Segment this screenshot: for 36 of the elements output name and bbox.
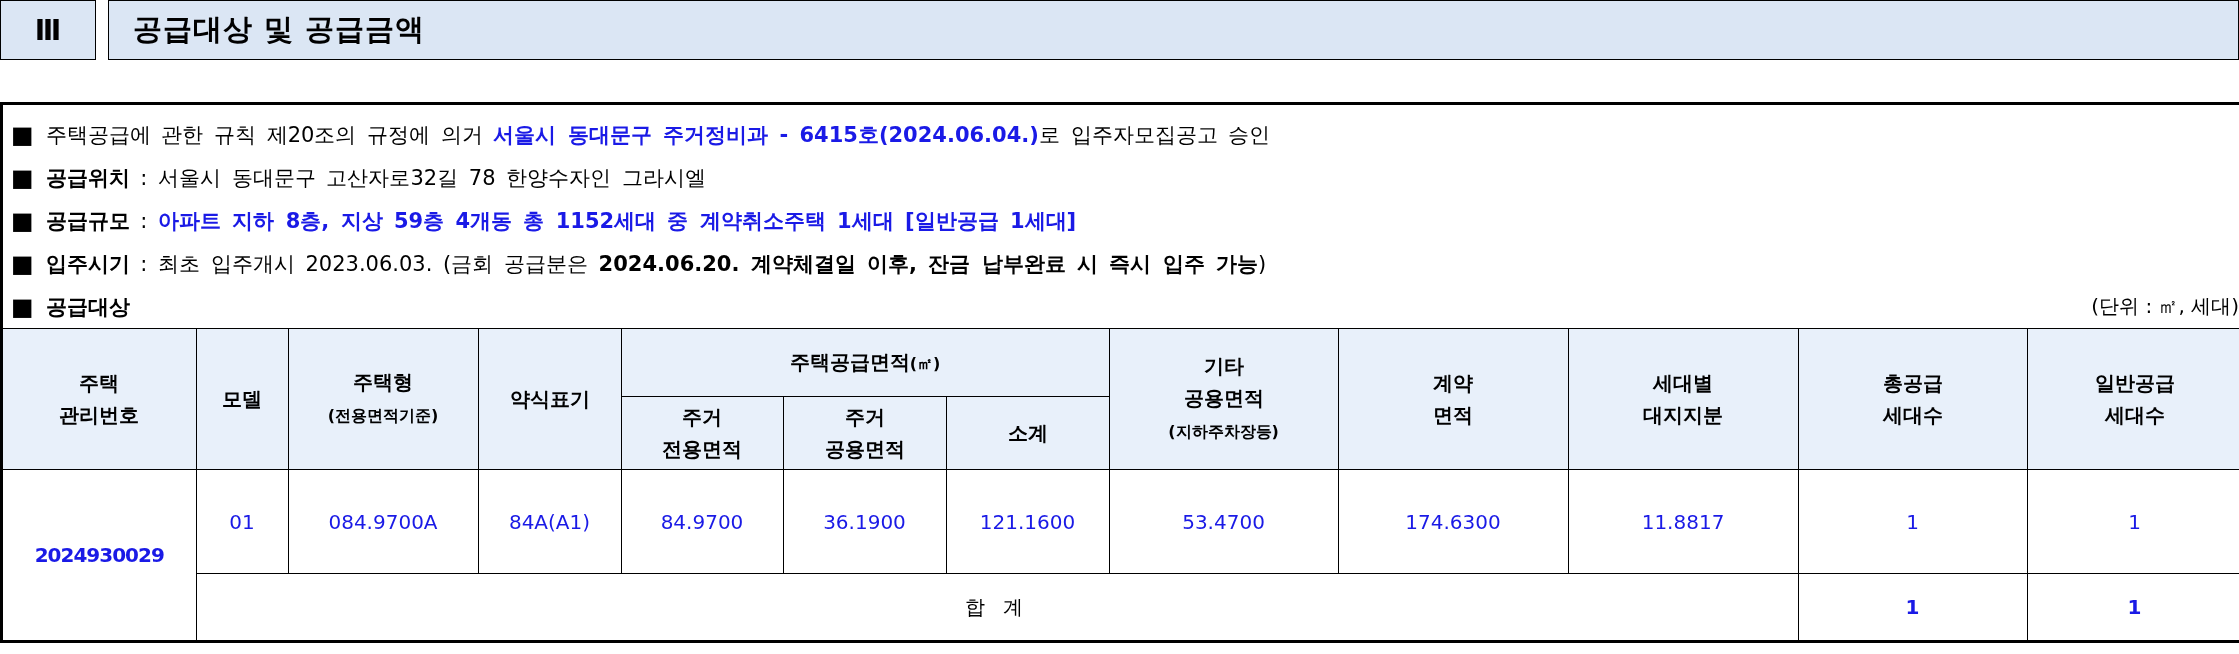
header-cell: 주거 공용면적: [783, 396, 946, 470]
table-cell: 01: [196, 469, 288, 574]
header-cell: 주택형 (전용면적기준): [288, 328, 478, 470]
table-cell: 84.9700: [621, 469, 783, 574]
header-cell: 기타 공용면적 (지하주차장등): [1109, 328, 1338, 470]
header-cell: 주택공급면적(㎡): [621, 328, 1109, 397]
header-cell: 총공급 세대수: [1798, 328, 2027, 470]
table-cell: 36.1900: [783, 469, 946, 574]
header-cell: 약식표기: [478, 328, 621, 470]
header-cell: 세대별 대지지분: [1568, 328, 1798, 470]
table-cell: 084.9700A: [288, 469, 478, 574]
table-cell: 121.1600: [946, 469, 1109, 574]
bullet-icon: ■: [11, 292, 34, 321]
header-cell: 주택 관리번호: [3, 328, 196, 470]
table-cell: 11.8817: [1568, 469, 1798, 574]
section-title: 공급대상 및 공급금액: [108, 0, 2239, 60]
notice-text: 공급위치 : 서울시 동대문구 고산자로32길 78 한양수자인 그라시엘: [45, 164, 706, 192]
bullet-icon: ■: [11, 163, 34, 192]
header-cell: 일반공급 세대수: [2027, 328, 2239, 470]
bullet-icon: ■: [11, 120, 34, 149]
notice-text: 공급대상: [45, 293, 130, 321]
unit-note: (단위 : ㎡, 세대): [2091, 293, 2239, 320]
notice-text: 입주시기 : 최초 입주개시 2023.06.03. (금회 공급분은 2024.06.20. 계약체결일 이후, 잔금 납부완료 시 즉시 입주 가능): [45, 250, 1267, 278]
bullet-icon: ■: [11, 206, 34, 235]
table-cell: 1: [1798, 469, 2027, 574]
section-number: Ⅲ: [0, 0, 96, 60]
notice-text: 공급규모 : 아파트 지하 8층, 지상 59층 4개동 총 1152세대 중 계약취소주택 1세대 [일반공급 1세대]: [45, 207, 1077, 235]
notice-text: 주택공급에 관한 규칙 제20조의 규정에 의거 서울시 동대문구 주거정비과 - 6415호(2024.06.04.)로 입주자모집공고 승인: [45, 121, 1271, 149]
header-cell: 주거 전용면적: [621, 396, 783, 470]
table-cell: 84A(A1): [478, 469, 621, 574]
table-cell: 53.4700: [1109, 469, 1338, 574]
header-cell: 소계: [946, 396, 1109, 470]
header-cell: 모델: [196, 328, 288, 470]
table-cell: 174.6300: [1338, 469, 1568, 574]
header-cell: 계약 면적: [1338, 328, 1568, 470]
bullet-icon: ■: [11, 249, 34, 278]
